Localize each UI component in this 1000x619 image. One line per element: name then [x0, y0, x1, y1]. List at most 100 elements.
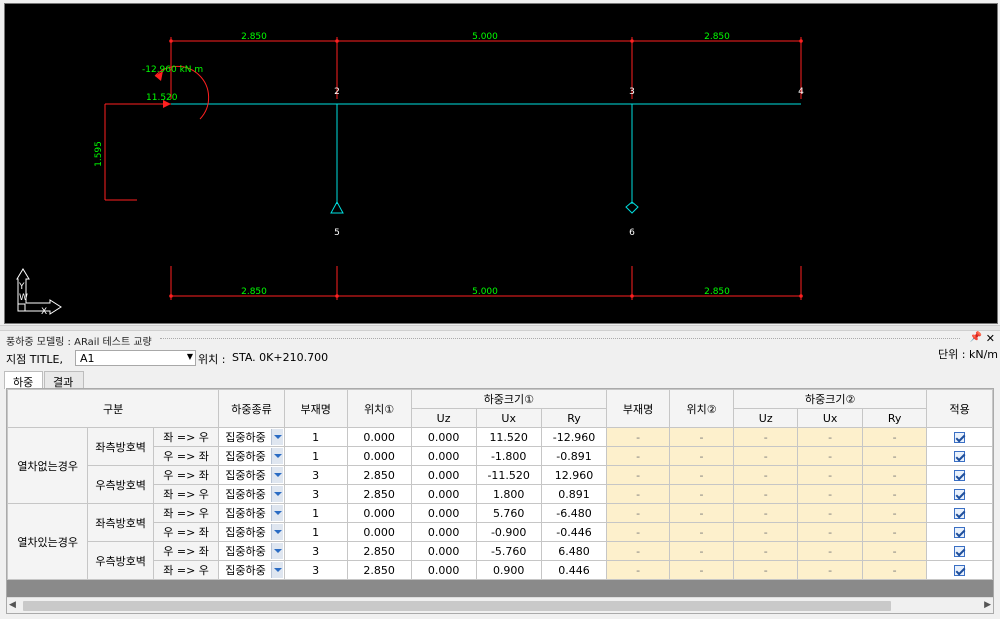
apply-checkbox[interactable]: [954, 546, 966, 557]
direction-cell: 좌 => 우: [152, 560, 220, 580]
pin-icon[interactable]: 📌: [970, 332, 982, 343]
direction-cell: 좌 => 우: [152, 503, 220, 523]
chevron-down-icon[interactable]: [270, 562, 283, 578]
position-cell[interactable]: 0.000: [346, 427, 412, 447]
ry-cell[interactable]: 0.446: [540, 560, 608, 580]
uz-cell[interactable]: 0.000: [410, 484, 477, 504]
horizontal-scrollbar[interactable]: ◀ ▶: [7, 597, 993, 613]
ucs-y-label: Y: [18, 282, 25, 292]
ux2-cell: -: [797, 560, 863, 580]
uz-cell[interactable]: 0.000: [410, 446, 477, 466]
load-type-dropdown[interactable]: 집중하중: [218, 427, 285, 447]
chevron-down-icon[interactable]: [270, 429, 283, 445]
scroll-left-icon[interactable]: ◀: [9, 600, 16, 610]
load-type-dropdown[interactable]: 집중하중: [218, 446, 285, 466]
ry-cell[interactable]: -12.960: [540, 427, 608, 447]
uz-cell[interactable]: 0.000: [410, 560, 477, 580]
node-label-5: 5: [334, 228, 340, 238]
top-dim-label-2: 5.000: [472, 32, 498, 42]
ux-cell[interactable]: 5.760: [475, 503, 542, 523]
apply-checkbox[interactable]: [954, 432, 966, 443]
ry-cell[interactable]: -0.891: [540, 446, 608, 466]
member-cell[interactable]: 3: [283, 465, 348, 485]
member-cell[interactable]: 1: [283, 503, 348, 523]
member2-cell: -: [606, 503, 671, 523]
location-value: STA. 0K+210.700: [232, 351, 329, 364]
member-cell[interactable]: 1: [283, 427, 348, 447]
ry-cell[interactable]: 0.891: [540, 484, 608, 504]
chevron-down-icon[interactable]: [270, 543, 283, 559]
ux-cell[interactable]: -11.520: [475, 465, 542, 485]
chevron-down-icon[interactable]: [270, 524, 283, 540]
member2-cell: -: [606, 560, 671, 580]
tab-result[interactable]: 결과: [44, 371, 84, 389]
tab-load[interactable]: 하중: [4, 371, 43, 389]
ry2-cell: -: [861, 541, 928, 561]
apply-checkbox[interactable]: [954, 527, 966, 538]
position-cell[interactable]: 2.850: [346, 465, 412, 485]
dim-tick: [335, 294, 339, 298]
ux2-cell: -: [797, 427, 863, 447]
chevron-down-icon[interactable]: [270, 448, 283, 464]
chevron-down-icon[interactable]: [270, 505, 283, 521]
uz-cell[interactable]: 0.000: [410, 503, 477, 523]
ux-cell[interactable]: 11.520: [475, 427, 542, 447]
ry2-cell: -: [861, 446, 928, 466]
position-cell[interactable]: 2.850: [346, 541, 412, 561]
ux2-cell: -: [797, 446, 863, 466]
uz-cell[interactable]: 0.000: [410, 465, 477, 485]
header-position-2: 위치②: [669, 389, 734, 428]
ux-cell[interactable]: 0.900: [475, 560, 542, 580]
uz2-cell: -: [732, 484, 799, 504]
position-cell[interactable]: 0.000: [346, 446, 412, 466]
apply-checkbox[interactable]: [954, 451, 966, 462]
position-cell[interactable]: 0.000: [346, 522, 412, 542]
header-ux-2: Ux: [797, 408, 863, 428]
close-icon[interactable]: ✕: [986, 332, 995, 345]
apply-checkbox[interactable]: [954, 470, 966, 481]
member-cell[interactable]: 3: [283, 541, 348, 561]
ry-cell[interactable]: -0.446: [540, 522, 608, 542]
scroll-right-icon[interactable]: ▶: [984, 600, 991, 610]
load-type-dropdown[interactable]: 집중하중: [218, 541, 285, 561]
chevron-down-icon[interactable]: [270, 467, 283, 483]
dim-tick: [630, 294, 634, 298]
ry-cell[interactable]: 12.960: [540, 465, 608, 485]
apply-checkbox[interactable]: [954, 508, 966, 519]
ux-cell[interactable]: 1.800: [475, 484, 542, 504]
uz-cell[interactable]: 0.000: [410, 541, 477, 561]
subgroup-label: 우측방호벽: [87, 541, 154, 580]
member-cell[interactable]: 3: [283, 484, 348, 504]
uz-cell[interactable]: 0.000: [410, 522, 477, 542]
apply-checkbox[interactable]: [954, 565, 966, 576]
ux-cell[interactable]: -1.800: [475, 446, 542, 466]
position-cell[interactable]: 2.850: [346, 484, 412, 504]
apply-checkbox[interactable]: [954, 489, 966, 500]
position-cell[interactable]: 0.000: [346, 503, 412, 523]
load-type-dropdown[interactable]: 집중하중: [218, 503, 285, 523]
ux-cell[interactable]: -5.760: [475, 541, 542, 561]
load-type-dropdown[interactable]: 집중하중: [218, 560, 285, 580]
member-cell[interactable]: 1: [283, 522, 348, 542]
support-select[interactable]: A1 ▼: [75, 350, 196, 366]
ry-cell[interactable]: 6.480: [540, 541, 608, 561]
load-grid-frame: 구분 하중종류 부재명 위치① 하중크기① 부재명 위치② 하중크기② 적용 U…: [6, 388, 994, 614]
ry-cell[interactable]: -6.480: [540, 503, 608, 523]
scrollbar-thumb[interactable]: [23, 601, 891, 611]
panel-splitter[interactable]: [0, 325, 1000, 331]
cad-viewport[interactable]: 2.850 5.000 2.850 2 3 4 5 6 1.595 -12.96…: [4, 3, 998, 324]
position-cell[interactable]: 2.850: [346, 560, 412, 580]
chevron-down-icon[interactable]: [270, 486, 283, 502]
ux-cell[interactable]: -0.900: [475, 522, 542, 542]
load-type-dropdown[interactable]: 집중하중: [218, 522, 285, 542]
member-cell[interactable]: 1: [283, 446, 348, 466]
load-type-dropdown[interactable]: 집중하중: [218, 484, 285, 504]
load-type-value: 집중하중: [225, 526, 266, 539]
top-dim-label-3: 2.850: [704, 32, 730, 42]
uz2-cell: -: [732, 560, 799, 580]
table-row: 우측방호벽 우 => 좌 집중하중 3 2.850 0.000 -11.520 12.960-…: [8, 465, 993, 504]
load-type-dropdown[interactable]: 집중하중: [218, 465, 285, 485]
uz-cell[interactable]: 0.000: [410, 427, 477, 447]
member-cell[interactable]: 3: [283, 560, 348, 580]
table-row: 열차있는경우 좌측방호벽 좌 => 우 집중하중 1 0.000 0.000 5.760 -6.…: [7, 503, 993, 580]
